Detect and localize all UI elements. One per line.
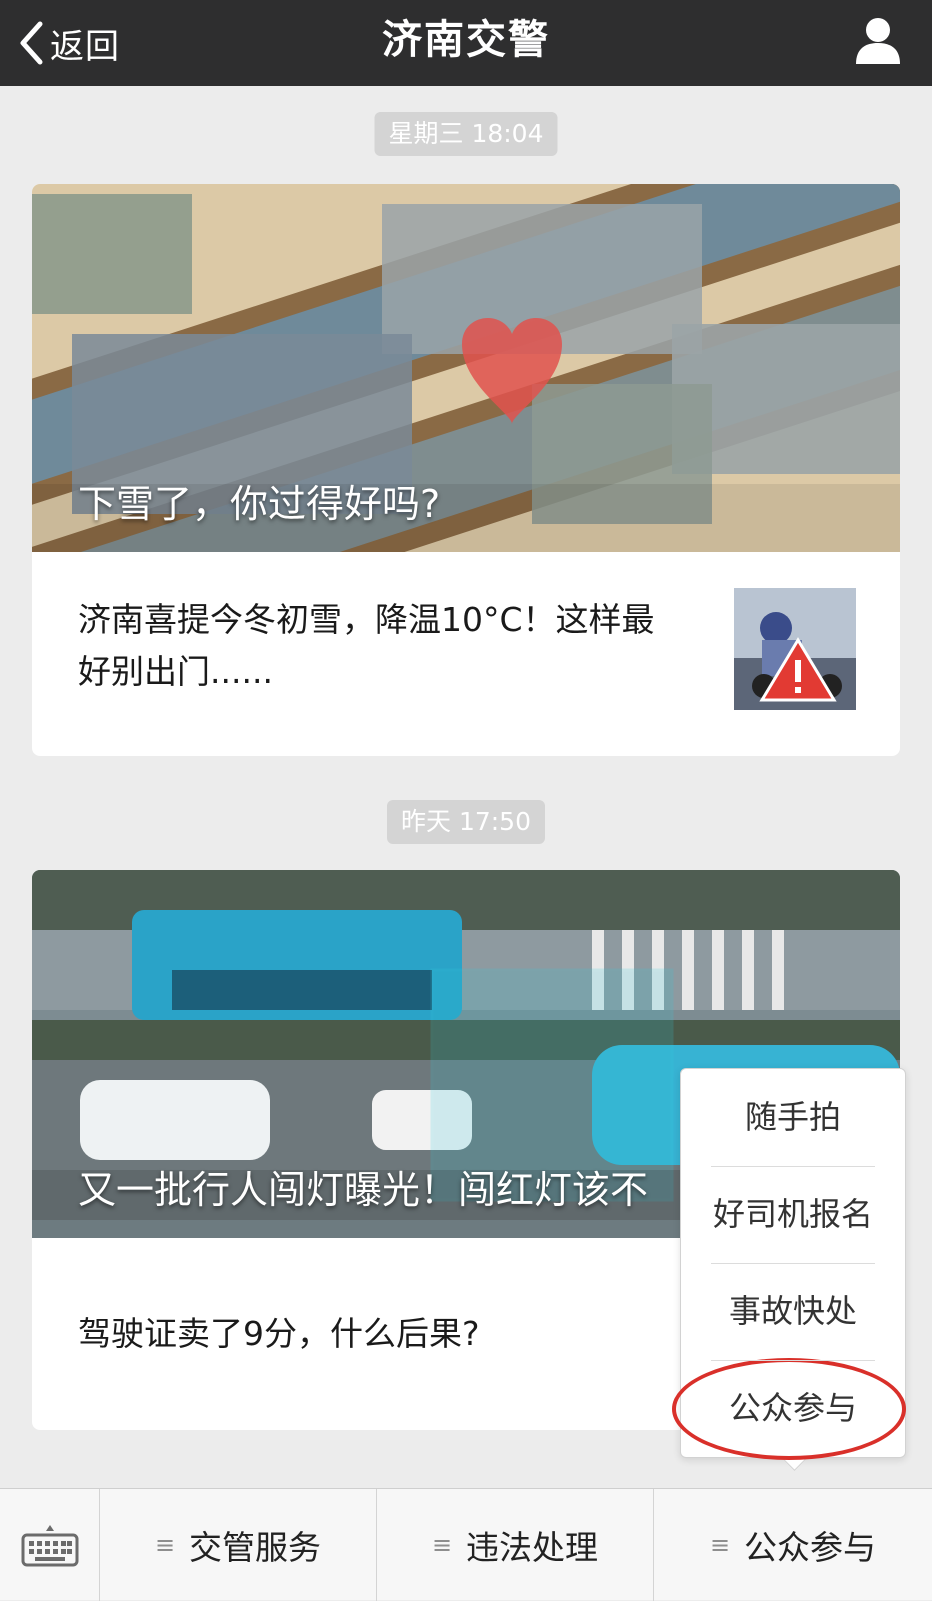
- menu-icon: ≡: [154, 1531, 176, 1559]
- menu-icon: ≡: [709, 1531, 731, 1559]
- timestamp-badge: 昨天 17:50: [387, 800, 545, 844]
- page-title: 济南交警: [382, 17, 550, 63]
- sub-article-title: 驾驶证卖了9分，什么后果?: [78, 1314, 480, 1353]
- menu-item-public-participation[interactable]: 公众参与: [681, 1360, 905, 1457]
- snow-warning-thumbnail: [734, 588, 856, 710]
- sub-article[interactable]: 济南喜提今冬初雪，降温10°C！这样最好别出门......: [32, 552, 900, 756]
- tab-traffic-services[interactable]: ≡ 交管服务: [100, 1489, 377, 1601]
- article-title: 下雪了，你过得好吗?: [78, 482, 441, 526]
- tab-violation-handling[interactable]: ≡ 违法处理: [377, 1489, 654, 1601]
- menu-icon: ≡: [431, 1531, 453, 1559]
- sub-article-title: 济南喜提今冬初雪，降温10°C！这样最好别出门......: [78, 600, 655, 691]
- public-participation-submenu: 随手拍 好司机报名 事故快处 公众参与: [680, 1068, 906, 1458]
- bottom-menu-bar: ≡ 交管服务 ≡ 违法处理 ≡ 公众参与: [0, 1488, 932, 1601]
- keyboard-icon[interactable]: [0, 1489, 100, 1601]
- menu-item-snapshot[interactable]: 随手拍: [681, 1069, 905, 1166]
- user-icon[interactable]: [852, 14, 904, 66]
- timestamp-badge: 星期三 18:04: [374, 112, 558, 156]
- tab-label: 交管服务: [189, 1528, 322, 1567]
- tab-public-participation[interactable]: ≡ 公众参与: [654, 1489, 932, 1601]
- navigation-bar: 返回 济南交警: [0, 0, 932, 86]
- menu-item-good-driver-signup[interactable]: 好司机报名: [681, 1166, 905, 1263]
- tab-label: 公众参与: [744, 1528, 877, 1567]
- tab-label: 违法处理: [466, 1528, 599, 1567]
- article-card[interactable]: 下雪了，你过得好吗? 济南喜提今冬初雪，降温10°C！这样最好别出门......: [32, 184, 900, 756]
- article-title: 又一批行人闯灯曝光！闯红灯该不: [78, 1168, 649, 1212]
- article-cover-image: 下雪了，你过得好吗?: [32, 184, 900, 552]
- menu-item-accident-quick-handling[interactable]: 事故快处: [681, 1263, 905, 1360]
